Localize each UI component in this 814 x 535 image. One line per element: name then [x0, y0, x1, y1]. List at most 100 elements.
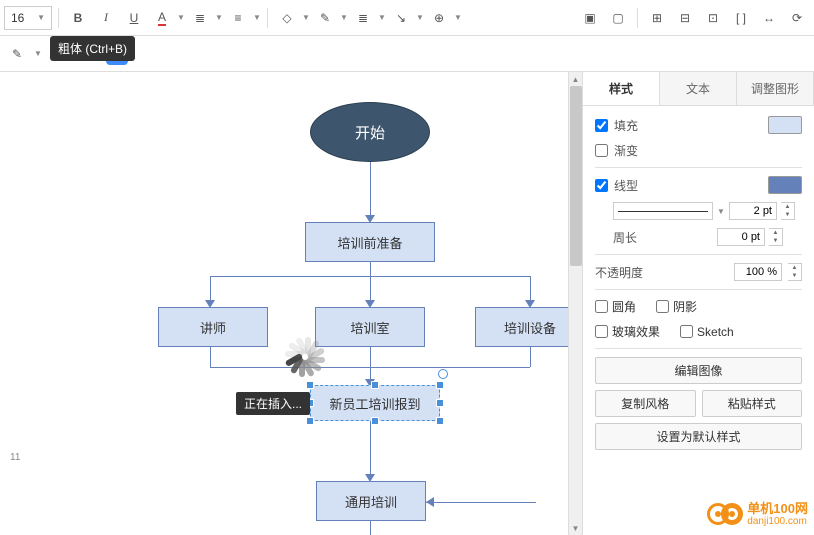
resize-handle[interactable]	[436, 417, 444, 425]
ungroup-button[interactable]: ⊟	[672, 5, 698, 31]
toolbar-top: 16▼ B I U A▼ ≣▼ ≡▼ ◇▼ ✎▼ ≣▼ ↘▼ ⊕▼ ▣ ▢ ⊞ …	[0, 0, 814, 36]
resize-handle[interactable]	[436, 399, 444, 407]
tab-shape[interactable]: 调整图形	[737, 72, 814, 105]
node-signin[interactable]: 新员工培训报到	[310, 385, 440, 421]
connector[interactable]	[370, 276, 371, 302]
node-start-label: 开始	[355, 122, 385, 143]
default-style-button[interactable]: 设置为默认样式	[595, 423, 802, 450]
rounded-checkbox[interactable]	[595, 300, 608, 313]
connector[interactable]	[426, 502, 536, 503]
chevron-down-icon[interactable]: ▼	[717, 207, 725, 216]
node-prep-label: 培训前准备	[337, 233, 402, 252]
watermark-text: 单机100网 danji100.com	[747, 502, 808, 527]
perimeter-label: 周长	[613, 229, 713, 246]
spinner-buttons[interactable]: ▲▼	[769, 228, 783, 246]
opacity-label: 不透明度	[595, 264, 643, 281]
fill-color-swatch[interactable]	[768, 116, 802, 134]
glass-checkbox[interactable]	[595, 325, 608, 338]
separator	[637, 8, 638, 28]
font-size-selector[interactable]: 16▼	[4, 6, 52, 30]
connector[interactable]	[210, 367, 530, 368]
separator	[267, 8, 268, 28]
scroll-thumb[interactable]	[570, 86, 582, 266]
panel-tabs: 样式 文本 调整图形	[583, 72, 814, 106]
align-button[interactable]: ≣	[187, 5, 213, 31]
group-button[interactable]: ⊞	[644, 5, 670, 31]
glass-label: 玻璃效果	[612, 323, 660, 340]
chevron-down-icon[interactable]: ▼	[416, 13, 424, 22]
rotate-button[interactable]: ⟳	[784, 5, 810, 31]
line-color-button[interactable]: ✎	[312, 5, 338, 31]
connector[interactable]	[370, 347, 371, 382]
sketch-checkbox[interactable]	[680, 325, 693, 338]
connector[interactable]	[370, 262, 371, 276]
line-width-input[interactable]	[729, 202, 777, 220]
node-prep[interactable]: 培训前准备	[305, 222, 435, 262]
lock-button[interactable]: ⊡	[700, 5, 726, 31]
vertical-scrollbar[interactable]: ▲ ▼	[568, 72, 582, 535]
fill-color-button[interactable]: ◇	[274, 5, 300, 31]
separator	[595, 254, 802, 255]
font-color-button[interactable]: A	[149, 5, 175, 31]
spinner-buttons[interactable]: ▲▼	[781, 202, 795, 220]
connector-button[interactable]: ↘	[388, 5, 414, 31]
opacity-input[interactable]	[734, 263, 782, 281]
connector[interactable]	[370, 162, 371, 217]
rotate-handle[interactable]	[438, 369, 448, 379]
line-checkbox[interactable]	[595, 179, 608, 192]
line-style-selector[interactable]	[613, 202, 713, 220]
resize-handle[interactable]	[371, 381, 379, 389]
shadow-checkbox[interactable]	[656, 300, 669, 313]
italic-button[interactable]: I	[93, 5, 119, 31]
expand-button[interactable]: ↔	[756, 5, 782, 31]
paste-style-button[interactable]: 粘贴样式	[702, 390, 803, 417]
spinner-buttons[interactable]: ▲▼	[788, 263, 802, 281]
chevron-down-icon[interactable]: ▼	[34, 49, 42, 58]
resize-handle[interactable]	[436, 381, 444, 389]
node-start[interactable]: 开始	[310, 102, 430, 162]
node-instructor[interactable]: 讲师	[158, 307, 268, 347]
scroll-down-icon[interactable]: ▼	[569, 521, 582, 535]
tab-style[interactable]: 样式	[583, 72, 660, 105]
gradient-checkbox[interactable]	[595, 144, 608, 157]
resize-handle[interactable]	[306, 417, 314, 425]
chevron-down-icon[interactable]: ▼	[302, 13, 310, 22]
tab-text[interactable]: 文本	[660, 72, 737, 105]
to-front-button[interactable]: ▣	[577, 5, 603, 31]
ruler-mark: 11	[10, 452, 20, 463]
chevron-down-icon[interactable]: ▼	[177, 13, 185, 22]
connector[interactable]	[370, 521, 371, 535]
connector[interactable]	[210, 347, 211, 367]
separator	[58, 8, 59, 28]
scroll-up-icon[interactable]: ▲	[569, 72, 582, 86]
node-general[interactable]: 通用培训	[316, 481, 426, 521]
connector[interactable]	[530, 276, 531, 302]
chevron-down-icon[interactable]: ▼	[340, 13, 348, 22]
chevron-down-icon[interactable]: ▼	[215, 13, 223, 22]
chevron-down-icon[interactable]: ▼	[454, 13, 462, 22]
chevron-down-icon[interactable]: ▼	[378, 13, 386, 22]
gradient-label: 渐变	[614, 142, 638, 159]
connector[interactable]	[530, 347, 531, 367]
chevron-down-icon[interactable]: ▼	[253, 13, 261, 22]
canvas[interactable]: 11 开始 培训前准备 讲师 培训室 培训设备 新员工培训报到	[0, 72, 582, 535]
connector[interactable]	[210, 276, 211, 302]
bold-button[interactable]: B	[65, 5, 91, 31]
fill-label: 填充	[614, 117, 638, 134]
list-button[interactable]: ≣	[350, 5, 376, 31]
line-color-swatch[interactable]	[768, 176, 802, 194]
resize-handle[interactable]	[371, 417, 379, 425]
fill-checkbox[interactable]	[595, 119, 608, 132]
fit-button[interactable]: [ ]	[728, 5, 754, 31]
to-back-button[interactable]: ▢	[605, 5, 631, 31]
underline-button[interactable]: U	[121, 5, 147, 31]
perimeter-input[interactable]	[717, 228, 765, 246]
edit-style-button[interactable]: ✎	[4, 41, 30, 67]
connector[interactable]	[370, 421, 371, 476]
copy-style-button[interactable]: 复制风格	[595, 390, 696, 417]
waypoint-button[interactable]: ⊕	[426, 5, 452, 31]
edit-image-button[interactable]: 编辑图像	[595, 357, 802, 384]
valign-button[interactable]: ≡	[225, 5, 251, 31]
bold-tooltip: 粗体 (Ctrl+B)	[50, 36, 135, 61]
node-equip[interactable]: 培训设备	[475, 307, 582, 347]
